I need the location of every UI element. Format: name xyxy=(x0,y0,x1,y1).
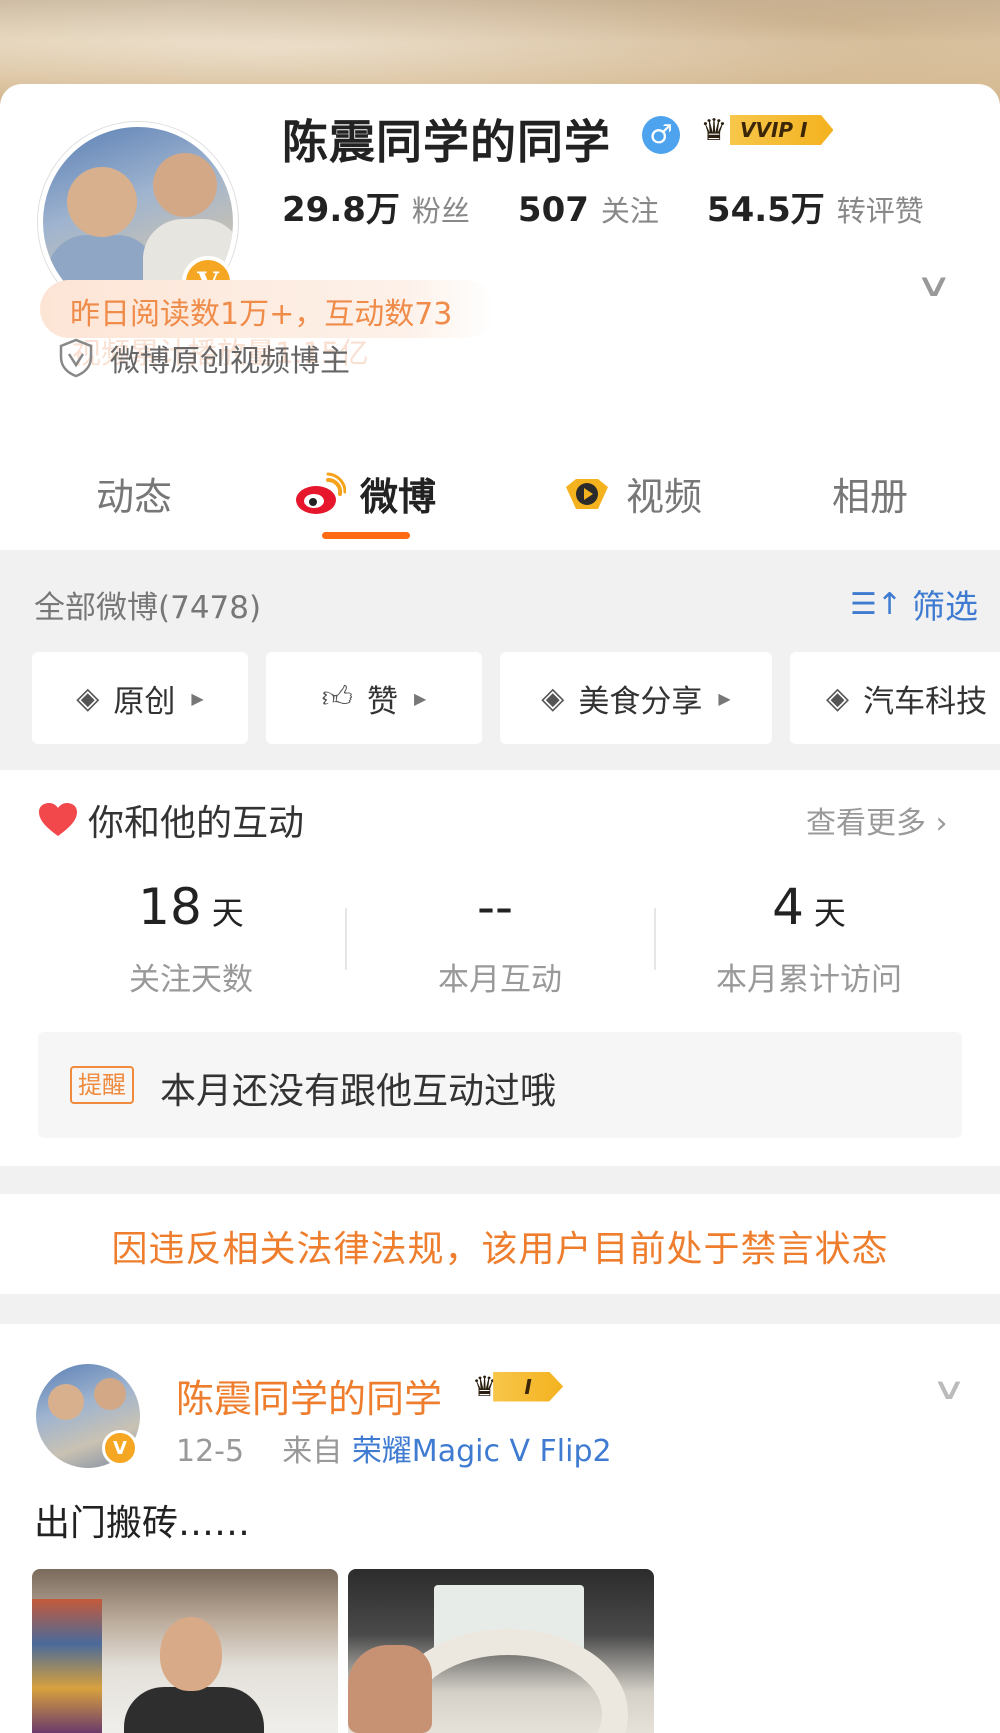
active-tab-indicator xyxy=(322,532,410,539)
chip-label: 原创 xyxy=(113,683,176,720)
chip-auto-tech[interactable]: ◈ 汽车科技 xyxy=(790,652,1000,744)
stat-unit: 天 xyxy=(211,894,244,932)
stat-value: 18 xyxy=(138,878,202,936)
post-author-name[interactable]: 陈震同学的同学 xyxy=(176,1368,442,1423)
caret-right-icon: ▶ xyxy=(414,688,427,708)
male-gender-icon: ♂ xyxy=(642,116,680,154)
post-image[interactable] xyxy=(348,1569,654,1733)
chevron-right-icon: › xyxy=(935,806,948,841)
following-label: 关注 xyxy=(600,194,659,228)
tab-album[interactable]: 相册 xyxy=(832,466,908,521)
tab-label: 视频 xyxy=(626,475,703,519)
follow-days-stat: 18 天 关注天数 xyxy=(36,878,346,999)
stat-value: -- xyxy=(476,878,514,936)
verified-badge-icon: V xyxy=(102,1430,138,1466)
post-from-label: 来自 xyxy=(282,1434,343,1469)
crown-icon: ♛ xyxy=(700,112,728,148)
see-more-label: 查看更多 xyxy=(806,806,926,841)
heart-icon xyxy=(39,803,77,836)
vvip-badge[interactable]: ♛ VVIP I xyxy=(692,110,834,150)
all-posts-count: 全部微博(7478) xyxy=(34,590,262,626)
profile-name: 陈震同学的同学 xyxy=(282,115,611,169)
layers-icon: ◈ xyxy=(541,680,565,716)
feed-filter-bar: 全部微博(7478) ☰↑ 筛选 ◈ 原创 ▶ 👍︎ 赞 ▶ ◈ 美食分享 ▶ … xyxy=(0,550,1000,770)
interaction-reminder: 提醒 本月还没有跟他互动过哦 xyxy=(38,1032,962,1138)
post-vip-label: I xyxy=(493,1371,564,1402)
tab-weibo[interactable]: 微博 xyxy=(294,466,436,521)
tab-label: 动态 xyxy=(96,475,173,519)
filter-button[interactable]: ☰↑ 筛选 xyxy=(850,580,978,628)
followers-count: 29.8万 xyxy=(282,190,400,230)
chevron-down-icon[interactable]: ∨ xyxy=(915,266,952,304)
interaction-header: 你和他的互动 xyxy=(38,794,304,846)
reminder-text: 本月还没有跟他互动过哦 xyxy=(160,1071,557,1112)
stat-unit: 天 xyxy=(813,894,846,932)
vvip-label: VVIP I xyxy=(730,115,834,145)
profile-tabs: 动态 微博 视频 相册 xyxy=(0,436,1000,550)
post-card[interactable]: V 陈震同学的同学 ♛ I ∨ 12-5 来自 荣耀Magic V Flip2 … xyxy=(0,1324,1000,1733)
tab-dynamic[interactable]: 动态 xyxy=(96,466,172,521)
stat-caption: 关注天数 xyxy=(129,962,253,998)
interaction-title: 你和他的互动 xyxy=(88,803,305,844)
engagement-label: 转评赞 xyxy=(836,194,924,228)
profile-card: V 陈震同学的同学 ♂ ♛ VVIP I 29.8万 粉丝 507 关注 54.… xyxy=(0,84,1000,550)
month-interaction-stat: -- 本月互动 xyxy=(345,878,655,999)
post-image[interactable] xyxy=(32,1569,338,1733)
stat-caption: 本月互动 xyxy=(438,962,562,998)
chip-original[interactable]: ◈ 原创 ▶ xyxy=(32,652,248,744)
chip-liked[interactable]: 👍︎ 赞 ▶ xyxy=(266,652,482,744)
shield-icon xyxy=(59,338,93,378)
chip-label: 美食分享 xyxy=(578,683,703,720)
followers-label: 粉丝 xyxy=(411,194,470,228)
certification-text: 微博原创视频博主 xyxy=(110,344,350,379)
engagement-count: 54.5万 xyxy=(706,190,825,230)
post-vip-badge[interactable]: ♛ I xyxy=(472,1370,564,1403)
post-text: 出门搬砖…… xyxy=(34,1503,251,1544)
filter-icon: ☰↑ xyxy=(850,586,903,622)
summary-text: 昨日阅读数1万+，互动数73 xyxy=(70,297,453,332)
tab-video[interactable]: 视频 xyxy=(562,466,702,521)
chevron-down-icon[interactable]: ∨ xyxy=(931,1372,966,1407)
tab-label: 微博 xyxy=(360,475,437,519)
interaction-panel: 你和他的互动 查看更多 › 18 天 关注天数 -- 本月互动 4天 本月累计访问… xyxy=(0,770,1000,1166)
tab-label: 相册 xyxy=(832,475,909,519)
stat-caption: 本月累计访问 xyxy=(716,962,902,998)
month-visits-stat: 4天 本月累计访问 xyxy=(654,878,964,999)
followers-stat[interactable]: 29.8万 粉丝 xyxy=(282,182,470,231)
chip-food[interactable]: ◈ 美食分享 ▶ xyxy=(500,652,772,744)
post-meta: 12-5 来自 荣耀Magic V Flip2 xyxy=(176,1426,612,1470)
stat-value: 4 xyxy=(772,878,804,936)
filter-label: 筛选 xyxy=(912,587,979,626)
layers-icon: ◈ xyxy=(76,680,100,716)
see-more-link[interactable]: 查看更多 › xyxy=(806,798,948,842)
chip-label: 赞 xyxy=(367,683,399,720)
certification-row[interactable]: 微博原创视频博主 xyxy=(58,336,350,380)
weibo-logo-icon xyxy=(294,472,346,516)
post-source[interactable]: 荣耀Magic V Flip2 xyxy=(352,1434,612,1469)
caret-right-icon: ▶ xyxy=(718,688,731,708)
following-count: 507 xyxy=(517,190,589,230)
chip-label: 汽车科技 xyxy=(863,683,988,720)
video-play-icon xyxy=(562,473,612,515)
profile-stats: 29.8万 粉丝 507 关注 54.5万 转评赞 xyxy=(282,182,972,231)
caret-right-icon: ▶ xyxy=(191,688,204,708)
following-stat[interactable]: 507 关注 xyxy=(518,188,659,230)
engagement-stat[interactable]: 54.5万 转评赞 xyxy=(707,182,924,231)
banned-notice: 因违反相关法律法规，该用户目前处于禁言状态 xyxy=(0,1194,1000,1294)
thumbs-up-icon: 👍︎ xyxy=(321,680,354,715)
post-date: 12-5 xyxy=(176,1434,245,1469)
banned-notice-text: 因违反相关法律法规，该用户目前处于禁言状态 xyxy=(111,1229,889,1270)
reminder-tag: 提醒 xyxy=(70,1066,134,1104)
layers-icon: ◈ xyxy=(826,680,850,716)
